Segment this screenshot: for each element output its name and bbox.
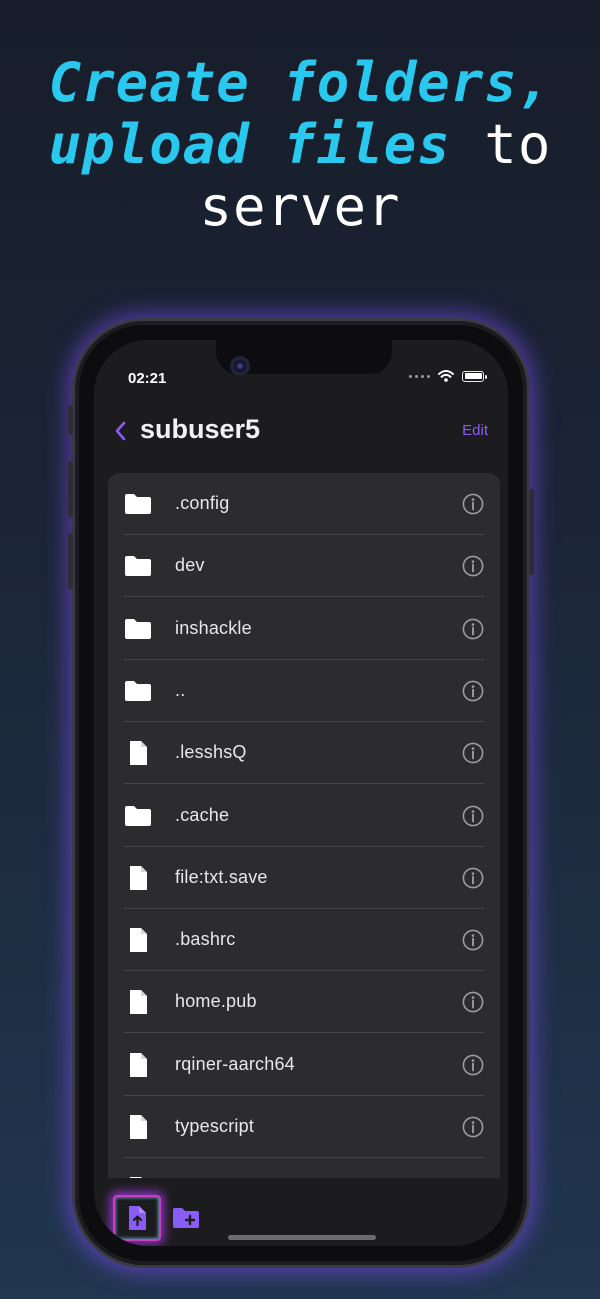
file-icon xyxy=(124,927,152,953)
navigation-bar: subuser5 Edit xyxy=(94,410,508,456)
phone-screen: 02:21 subuser5 Edit .config dev inshackle.… xyxy=(94,340,508,1246)
wifi-icon xyxy=(438,370,454,382)
info-icon[interactable] xyxy=(462,867,484,889)
list-item[interactable]: home.pub xyxy=(108,971,500,1034)
folder-icon xyxy=(124,678,152,704)
list-item[interactable]: .config xyxy=(108,473,500,535)
battery-icon xyxy=(462,370,487,382)
info-icon[interactable] xyxy=(462,742,484,764)
list-item-name: dev xyxy=(175,555,205,576)
side-button-volume-up xyxy=(68,461,73,517)
edit-button[interactable]: Edit xyxy=(462,422,488,439)
list-item-name: .lesshsQ xyxy=(175,742,247,763)
list-item-name: home.pub xyxy=(175,991,257,1012)
list-item[interactable]: file:txt.save xyxy=(108,847,500,909)
file-icon xyxy=(124,865,152,891)
side-button-action xyxy=(68,405,73,435)
folder-icon xyxy=(124,616,152,642)
info-icon[interactable] xyxy=(462,680,484,702)
status-time: 02:21 xyxy=(128,370,167,387)
signal-dots-icon xyxy=(409,374,430,378)
list-item-name: rqiner-aarch64 xyxy=(175,1053,295,1074)
home-indicator xyxy=(228,1235,376,1240)
headline-highlight-2: upload files xyxy=(48,113,451,176)
list-item-name: .bashrc xyxy=(175,929,236,950)
headline-text-2: to xyxy=(450,113,552,176)
folder-icon xyxy=(124,491,152,517)
info-icon[interactable] xyxy=(462,618,484,640)
list-item-name: file:txt.save xyxy=(175,866,268,887)
list-item-name: typescript xyxy=(175,1116,255,1136)
list-item-name: .cache xyxy=(175,804,230,825)
list-item[interactable]: .. xyxy=(108,660,500,722)
side-button-power xyxy=(529,489,534,575)
file-list: .config dev inshackle.. .lesshsQ .cache file:… xyxy=(108,473,500,1233)
folder-icon xyxy=(124,553,152,579)
folder-icon xyxy=(124,803,152,829)
info-icon[interactable] xyxy=(462,929,484,951)
upload-file-button[interactable] xyxy=(113,1195,161,1241)
headline-highlight-1: Create folders, xyxy=(48,51,552,114)
info-icon[interactable] xyxy=(462,805,484,827)
file-icon xyxy=(124,989,152,1015)
list-item[interactable]: rqiner-aarch64 xyxy=(108,1034,500,1096)
list-item[interactable]: .bashrc xyxy=(108,909,500,972)
side-button-volume-down xyxy=(68,533,73,589)
status-icons xyxy=(409,370,487,382)
phone-frame: 02:21 subuser5 Edit .config dev inshackle.… xyxy=(68,318,534,1268)
info-icon[interactable] xyxy=(462,493,484,515)
list-item-name: .. xyxy=(175,679,186,700)
file-icon xyxy=(124,1052,152,1078)
list-item[interactable]: inshackle xyxy=(108,598,500,660)
info-icon[interactable] xyxy=(462,991,484,1013)
list-item[interactable]: .cache xyxy=(108,785,500,847)
new-folder-icon[interactable] xyxy=(172,1206,200,1230)
camera-icon xyxy=(230,356,250,376)
info-icon[interactable] xyxy=(462,1116,484,1138)
chevron-left-icon[interactable] xyxy=(110,417,132,445)
headline: Create folders, upload files to server xyxy=(0,52,600,238)
headline-line-3: server xyxy=(199,175,401,238)
upload-file-icon xyxy=(129,1206,146,1230)
page-title: subuser5 xyxy=(140,414,261,444)
file-icon xyxy=(124,1114,152,1140)
list-item[interactable]: .lesshsQ xyxy=(108,722,500,785)
info-icon[interactable] xyxy=(462,555,484,577)
headline-line-1: Create folders, xyxy=(0,52,600,114)
info-icon[interactable] xyxy=(462,1054,484,1076)
headline-line-2: upload files to xyxy=(0,114,600,176)
list-item[interactable]: typescript xyxy=(108,1096,500,1158)
list-item[interactable]: dev xyxy=(108,535,500,598)
file-icon xyxy=(124,740,152,766)
list-item-name: inshackle xyxy=(175,617,252,638)
list-item-name: .config xyxy=(175,493,230,513)
